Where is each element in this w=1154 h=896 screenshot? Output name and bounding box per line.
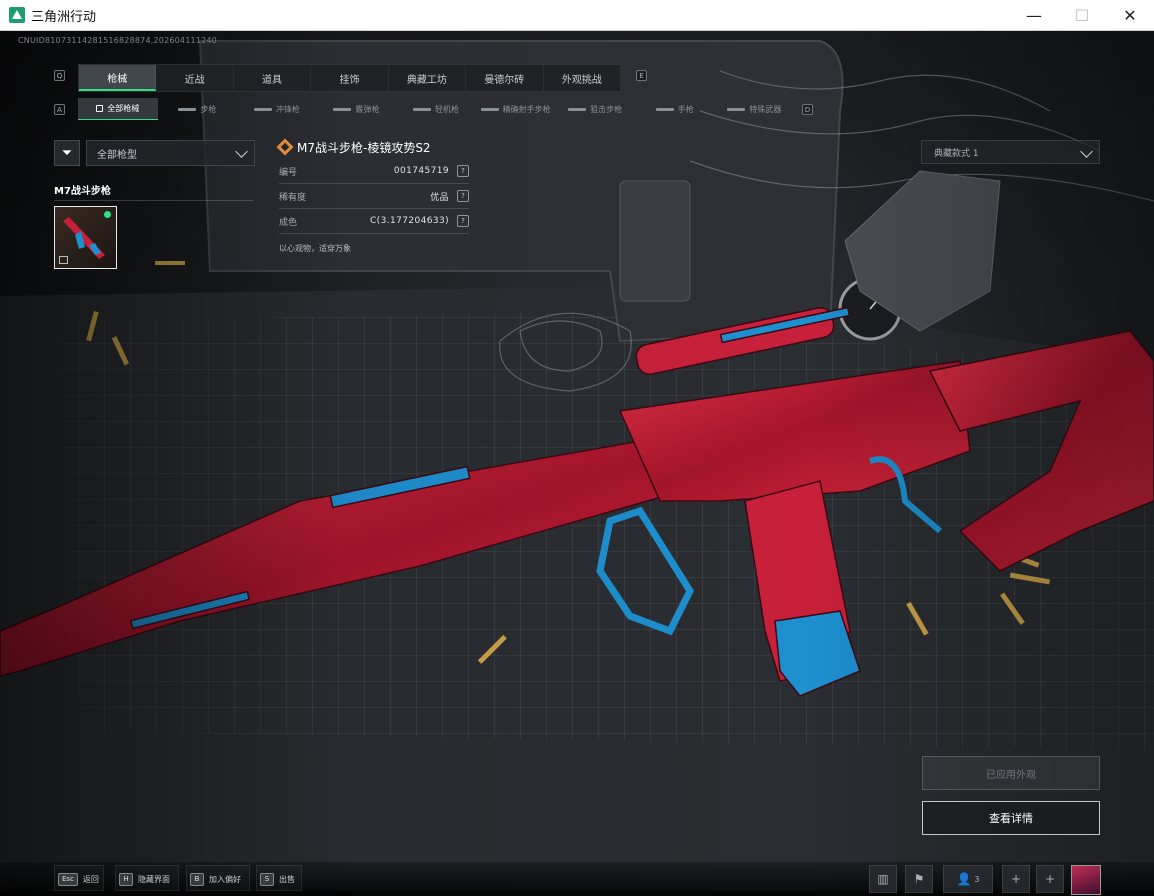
skin-info-panel: M7战斗步枪-棱镜攻势S2 编号 001745719 ? 稀有度 优品 ? 成色… bbox=[276, 135, 469, 254]
subtab-all-guns[interactable]: 全部枪械 bbox=[78, 98, 158, 120]
subtab-prev-key-hint: A bbox=[54, 104, 65, 115]
bottom-hint-bar: Esc 返回 H 隐藏界面 B 加入偏好 S 出售 ▥ ⚑ 👤 3 + + bbox=[0, 862, 1154, 896]
help-icon[interactable]: ? bbox=[457, 215, 469, 227]
player-uid: CNUID8107311428151682887​4,202604111240 bbox=[18, 36, 217, 45]
info-row-rarity: 稀有度 优品 ? bbox=[279, 184, 469, 209]
view-details-button[interactable]: 查看详情 bbox=[922, 801, 1100, 835]
special-weapon-icon bbox=[727, 107, 746, 111]
smg-icon bbox=[253, 107, 272, 111]
player-avatar[interactable] bbox=[1071, 865, 1101, 895]
friends-icon: 👤 bbox=[956, 872, 972, 886]
rifle-icon bbox=[178, 107, 197, 111]
add-button-1[interactable]: + bbox=[1002, 865, 1030, 893]
weapon-group-title: M7战斗步枪 bbox=[54, 186, 111, 197]
minimize-button[interactable]: — bbox=[1010, 0, 1058, 31]
tab-collection-workshop[interactable]: 典藏工坊 bbox=[389, 65, 467, 91]
subtab-lmg[interactable]: 轻机枪 bbox=[396, 98, 476, 120]
subtab-sniper[interactable]: 狙击步枪 bbox=[555, 98, 635, 120]
hint-back[interactable]: Esc 返回 bbox=[58, 868, 99, 890]
subtab-dmr[interactable]: 精确射手步枪 bbox=[476, 98, 556, 120]
subtab-special[interactable]: 特殊武器 bbox=[715, 98, 795, 120]
chevron-down-icon bbox=[235, 145, 248, 158]
flag-icon bbox=[59, 256, 68, 264]
bar-chart-icon: ▥ bbox=[877, 872, 889, 886]
window-title: 三角洲行动 bbox=[31, 9, 97, 25]
tab-appearance-challenge[interactable]: 外观挑战 bbox=[544, 65, 621, 91]
maximize-button[interactable]: ☐ bbox=[1058, 0, 1106, 31]
filter-button[interactable]: ⏷ bbox=[54, 140, 80, 166]
dmr-icon bbox=[480, 107, 499, 111]
friends-count: 3 bbox=[974, 874, 980, 884]
group-divider bbox=[54, 200, 253, 201]
friends-button[interactable]: 👤 3 bbox=[943, 865, 993, 893]
flag-icon: ⚑ bbox=[913, 872, 925, 886]
window-titlebar: 三角洲行动 — ☐ ✕ bbox=[0, 0, 1154, 31]
collection-style-label: 典藏款式 1 bbox=[934, 148, 979, 159]
subtab-smg[interactable]: 冲锋枪 bbox=[237, 98, 317, 120]
stats-button[interactable]: ▥ bbox=[869, 865, 897, 893]
shotgun-icon bbox=[333, 107, 352, 111]
skin-description: 以心观物，适穿万象 bbox=[279, 244, 351, 253]
tab-next-key-hint: E bbox=[636, 70, 647, 81]
funnel-icon: ⏷ bbox=[61, 145, 73, 161]
plus-icon: + bbox=[1044, 872, 1056, 886]
subtab-shotgun[interactable]: 霰弹枪 bbox=[317, 98, 397, 120]
info-row-wear: 成色 C(3.177204633) ? bbox=[279, 209, 469, 234]
report-button[interactable]: ⚑ bbox=[905, 865, 933, 893]
subtab-next-key-hint: D bbox=[802, 104, 813, 115]
grid-icon bbox=[96, 105, 104, 112]
tool-case-latch bbox=[619, 180, 691, 302]
info-row-serial: 编号 001745719 ? bbox=[279, 159, 469, 184]
help-icon[interactable]: ? bbox=[457, 165, 469, 177]
help-icon[interactable]: ? bbox=[457, 190, 469, 202]
subtab-rifle[interactable]: 步枪 bbox=[158, 98, 238, 120]
tab-charms[interactable]: 挂饰 bbox=[311, 65, 389, 91]
close-button[interactable]: ✕ bbox=[1106, 0, 1154, 31]
subtab-pistol[interactable]: 手枪 bbox=[635, 98, 715, 120]
skin-thumbnail[interactable] bbox=[54, 206, 117, 269]
tab-melee[interactable]: 近战 bbox=[156, 65, 234, 91]
collection-style-dropdown[interactable]: 典藏款式 1 bbox=[921, 140, 1100, 164]
game-viewport: CNUID8107311428151682887​4,202604111240 … bbox=[0, 31, 1154, 896]
category-tabbar: 枪械 近战 道具 挂饰 典藏工坊 曼德尔砖 外观挑战 bbox=[78, 64, 622, 92]
tab-items[interactable]: 道具 bbox=[234, 65, 312, 91]
tab-prev-key-hint: Q bbox=[54, 70, 65, 81]
equipped-indicator bbox=[104, 211, 111, 218]
skin-name: M7战斗步枪-棱镜攻势S2 bbox=[297, 140, 431, 155]
add-button-2[interactable]: + bbox=[1036, 865, 1064, 893]
gun-type-dropdown[interactable]: 全部枪型 bbox=[86, 140, 255, 166]
hint-add-favorite[interactable]: B 加入偏好 bbox=[190, 868, 241, 890]
pistol-icon bbox=[655, 107, 674, 111]
plus-icon: + bbox=[1010, 872, 1022, 886]
rarity-diamond-icon bbox=[276, 138, 294, 156]
sniper-icon bbox=[568, 107, 587, 111]
hint-hide-ui[interactable]: H 隐藏界面 bbox=[119, 868, 170, 890]
lmg-icon bbox=[413, 107, 432, 111]
gun-type-dropdown-label: 全部枪型 bbox=[97, 149, 137, 161]
chevron-down-icon bbox=[1080, 145, 1093, 158]
weapon-type-subbar: 全部枪械 步枪 冲锋枪 霰弹枪 轻机枪 精确射手步枪 狙击步枪 手枪 特殊武器 bbox=[78, 98, 794, 120]
tab-mandel-brick[interactable]: 曼德尔砖 bbox=[466, 65, 544, 91]
delta-force-logo-icon bbox=[9, 7, 25, 23]
tab-guns[interactable]: 枪械 bbox=[79, 65, 157, 91]
hint-sell[interactable]: S 出售 bbox=[260, 868, 295, 890]
applied-appearance-button[interactable]: 已应用外观 bbox=[922, 756, 1100, 790]
